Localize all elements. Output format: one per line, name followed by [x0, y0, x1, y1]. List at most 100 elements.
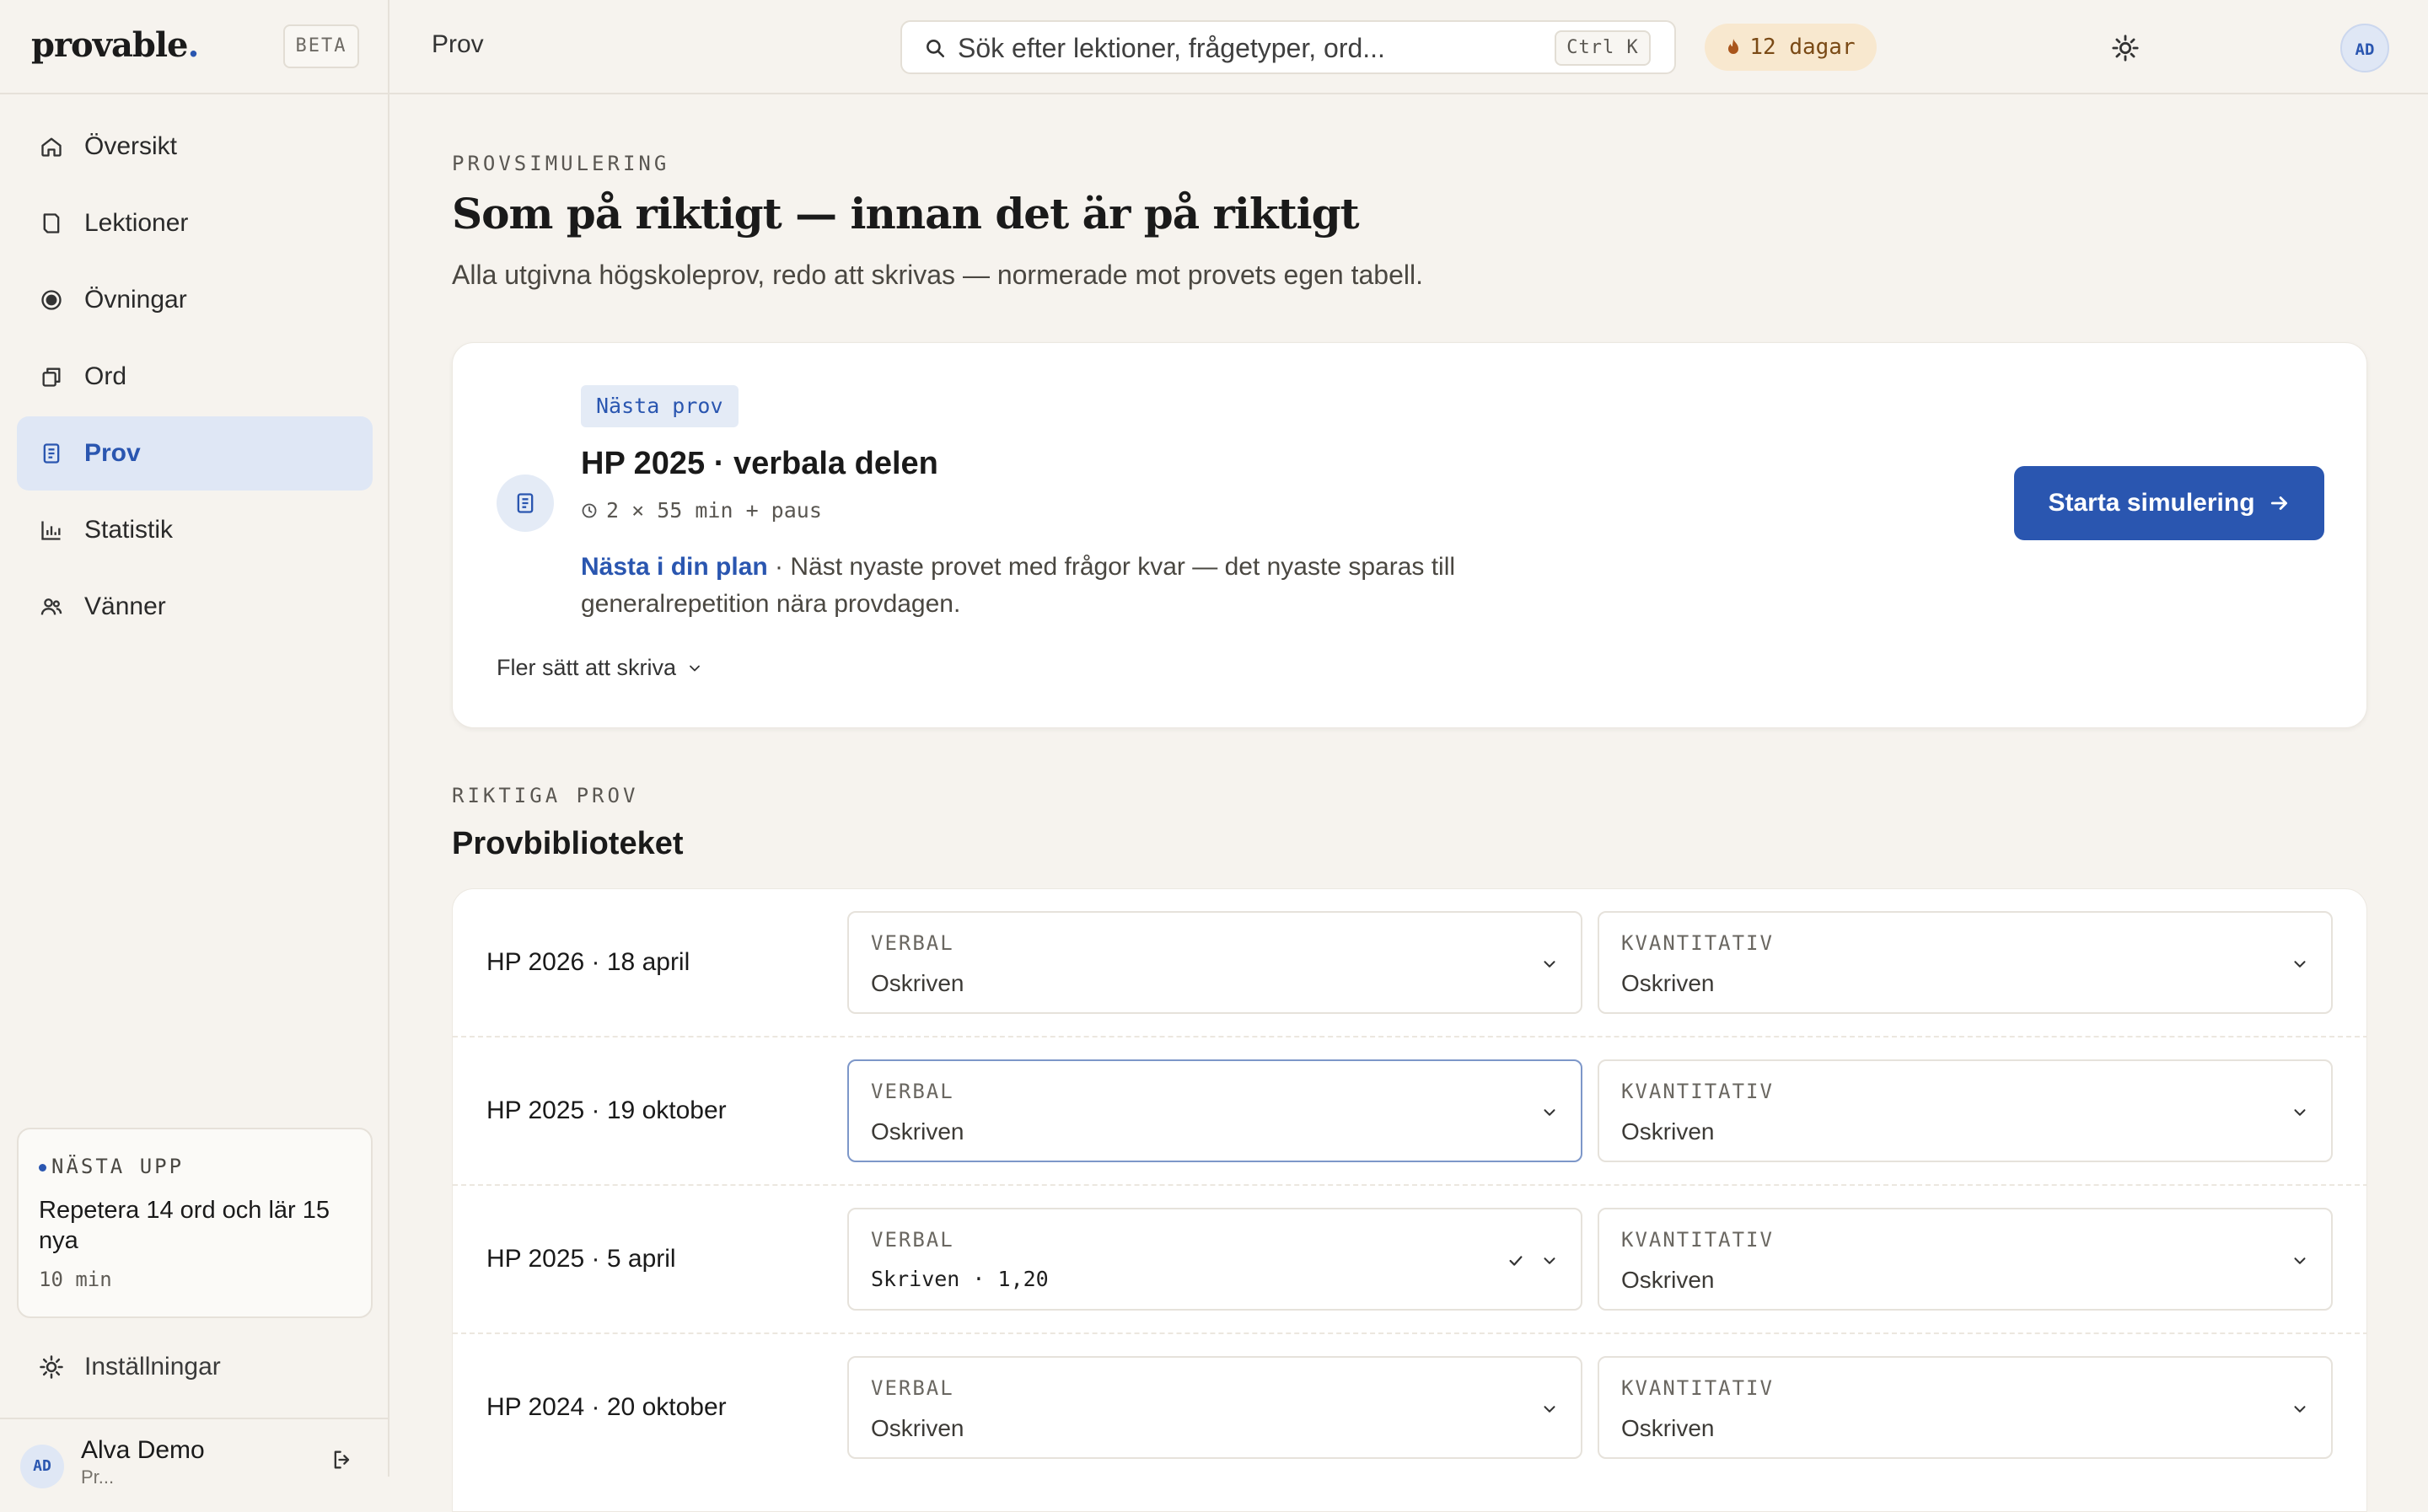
sidebar-item-ord[interactable]: Ord: [17, 340, 373, 414]
theme-toggle-icon[interactable]: [2111, 34, 2140, 62]
beta-badge: BETA: [283, 24, 359, 68]
avatar[interactable]: AD: [20, 1445, 64, 1488]
settings-label: Inställningar: [84, 1353, 221, 1381]
arrow-right-icon: [2270, 496, 2287, 510]
user-row: AD Alva Demo Pr...: [0, 1418, 388, 1488]
home-icon: [39, 134, 64, 159]
chevron-down-icon: [1544, 1257, 1555, 1264]
sidebar-item-label: Övningar: [84, 286, 187, 314]
verbal-select[interactable]: VERBAL Skriven · 1,20: [847, 1208, 1582, 1311]
search-shortcut: Ctrl K: [1555, 30, 1651, 66]
next-up-card[interactable]: NÄSTA UPP Repetera 14 ord och lär 15 nya…: [17, 1128, 373, 1318]
page-title: Som på riktigt — innan det är på riktigt: [452, 189, 1360, 239]
bar-chart-icon: [39, 517, 64, 543]
sidebar-item-label: Statistik: [84, 516, 174, 544]
page-subtitle: Alla utgivna högskoleprov, redo att skri…: [452, 260, 1423, 290]
library-title: Provbiblioteket: [452, 826, 684, 861]
search-box[interactable]: Ctrl K: [900, 20, 1676, 74]
exam-duration: 2 × 55 min + paus: [581, 498, 822, 523]
search-input[interactable]: [958, 29, 1548, 67]
sidebar-item-label: Översikt: [84, 132, 178, 160]
select-value: Oskriven: [871, 970, 964, 996]
logo[interactable]: provable.: [31, 25, 199, 65]
next-up-text: Repetera 14 ord och lär 15 nya: [39, 1197, 330, 1254]
settings-sun-icon: [39, 1354, 64, 1380]
sidebar-item-label: Prov: [84, 439, 141, 467]
status-dot: [39, 1163, 46, 1172]
sidebar-item-statistik[interactable]: Statistik: [17, 493, 373, 567]
library-row: HP 2024 · 20 oktober VERBAL Oskriven KVA…: [453, 1334, 2366, 1483]
chevron-down-icon: [1544, 1109, 1555, 1116]
start-simulation-button[interactable]: Starta simulering: [2014, 466, 2324, 540]
user-subtitle: Pr...: [81, 1466, 115, 1488]
select-value: Oskriven: [871, 1415, 964, 1441]
streak-label: 12 dagar: [1749, 35, 1856, 60]
settings-link[interactable]: Inställningar: [17, 1333, 373, 1401]
select-label: VERBAL: [871, 1080, 954, 1103]
sidebar-item-label: Vänner: [84, 592, 166, 620]
select-value: Oskriven: [1621, 1118, 1715, 1145]
exam-date-label: HP 2025 · 5 april: [486, 1245, 676, 1273]
user-avatar-top[interactable]: AD: [2340, 24, 2389, 72]
sidebar-item-vanner[interactable]: Vänner: [17, 570, 373, 644]
select-label: KVANTITATIV: [1621, 931, 1774, 955]
next-up-tag: NÄSTA UPP: [39, 1155, 184, 1178]
search-icon: [927, 40, 945, 58]
cards-icon: [39, 364, 64, 389]
brand-row: provable. BETA: [0, 0, 388, 94]
select-label: KVANTITATIV: [1621, 1080, 1774, 1103]
library-row: HP 2025 · 19 oktober VERBAL Oskriven KVA…: [453, 1037, 2366, 1186]
users-icon: [39, 594, 64, 619]
exam-date-label: HP 2026 · 18 april: [486, 948, 690, 976]
book-icon: [39, 211, 64, 236]
verbal-select[interactable]: VERBAL Oskriven: [847, 1059, 1582, 1162]
select-value: Skriven · 1,20: [871, 1267, 1049, 1291]
exam-document-icon: [497, 475, 554, 532]
chevron-down-icon: [2294, 1406, 2306, 1413]
select-label: VERBAL: [871, 1228, 954, 1252]
sidebar-item-lektioner[interactable]: Lektioner: [17, 186, 373, 260]
sidebar-item-label: Lektioner: [84, 209, 189, 237]
next-exam-card: Nästa prov HP 2025 · verbala delen 2 × 5…: [452, 342, 2367, 728]
chevron-down-icon: [1544, 1406, 1555, 1413]
next-up-time: 10 min: [39, 1268, 112, 1291]
exam-title: HP 2025 · verbala delen: [581, 446, 938, 481]
library-eyebrow: RIKTIGA PROV: [452, 784, 639, 807]
section-eyebrow: PROVSIMULERING: [452, 152, 670, 175]
chevron-down-icon: [2294, 1109, 2306, 1116]
logout-icon[interactable]: [330, 1448, 354, 1472]
breadcrumb: Prov: [432, 30, 484, 58]
sidebar-item-oversikt[interactable]: Översikt: [17, 110, 373, 184]
sidebar: provable. BETA Översikt Lektioner Övning…: [0, 0, 389, 1488]
select-value: Oskriven: [871, 1118, 964, 1145]
library-row: HP 2025 · 5 april VERBAL Skriven · 1,20 …: [453, 1186, 2366, 1334]
select-label: VERBAL: [871, 931, 954, 955]
library-row: HP 2026 · 18 april VERBAL Oskriven KVANT…: [453, 889, 2366, 1037]
plan-link[interactable]: Nästa i din plan: [581, 553, 768, 581]
kvantitativ-select[interactable]: KVANTITATIV Oskriven: [1598, 911, 2333, 1014]
clock-icon: [582, 503, 597, 517]
verbal-select[interactable]: VERBAL Oskriven: [847, 1356, 1582, 1459]
more-ways-toggle[interactable]: Fler sätt att skriva: [497, 655, 703, 681]
verbal-select[interactable]: VERBAL Oskriven: [847, 911, 1582, 1014]
select-label: KVANTITATIV: [1621, 1228, 1774, 1252]
sidebar-nav: Översikt Lektioner Övningar Ord Prov Sta…: [17, 110, 373, 646]
kvantitativ-select[interactable]: KVANTITATIV Oskriven: [1598, 1208, 2333, 1311]
chevron-down-icon: [2294, 961, 2306, 968]
chevron-down-icon: [690, 665, 700, 671]
exam-date-label: HP 2024 · 20 oktober: [486, 1393, 727, 1421]
streak-badge[interactable]: 12 dagar: [1705, 24, 1877, 71]
select-value: Oskriven: [1621, 1267, 1715, 1293]
chevron-down-icon: [2294, 1257, 2306, 1264]
kvantitativ-select[interactable]: KVANTITATIV Oskriven: [1598, 1059, 2333, 1162]
select-label: KVANTITATIV: [1621, 1376, 1774, 1400]
exam-library: HP 2026 · 18 april VERBAL Oskriven KVANT…: [452, 888, 2367, 1512]
sidebar-item-ovningar[interactable]: Övningar: [17, 263, 373, 337]
exam-date-label: HP 2025 · 19 oktober: [486, 1096, 727, 1124]
document-icon: [39, 441, 64, 466]
sidebar-item-prov[interactable]: Prov: [17, 416, 373, 491]
chevron-down-icon: [1544, 961, 1555, 968]
flame-icon: [1728, 39, 1739, 54]
select-value: Oskriven: [1621, 970, 1715, 996]
kvantitativ-select[interactable]: KVANTITATIV Oskriven: [1598, 1356, 2333, 1459]
